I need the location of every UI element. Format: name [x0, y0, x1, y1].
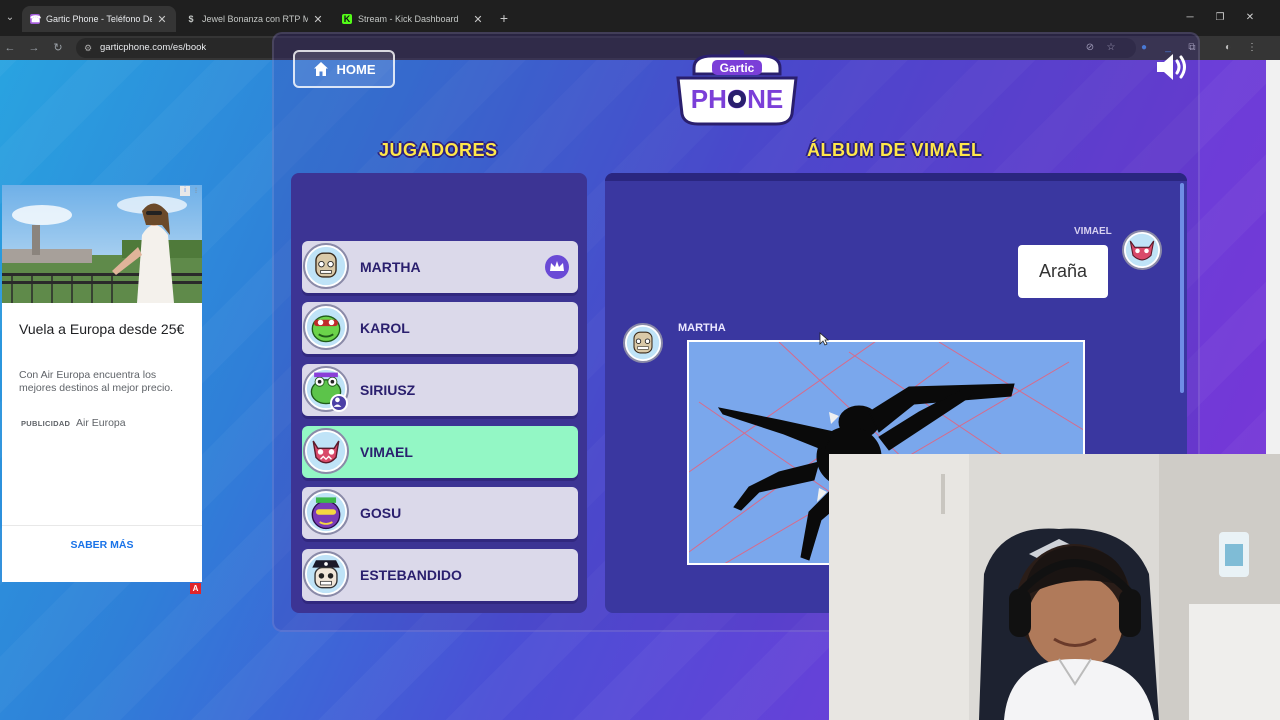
- album-scrollbar[interactable]: [1180, 183, 1184, 393]
- tab-gartic-phone[interactable]: ☎ Gartic Phone - Teléfono Descon ✕: [22, 6, 176, 32]
- martha-avatar: [623, 323, 663, 363]
- player-name: KAROL: [360, 320, 410, 336]
- tab-jewel-bonanza[interactable]: $ Jewel Bonanza con RTP Mejora ✕: [178, 6, 332, 32]
- tab-kick-dashboard[interactable]: K Stream - Kick Dashboard ✕: [334, 6, 492, 32]
- dollar-favicon-icon: $: [188, 14, 194, 24]
- close-tab-icon[interactable]: ✕: [156, 13, 168, 26]
- vimael-avatar: [1122, 230, 1162, 270]
- sound-toggle-icon[interactable]: [1154, 50, 1190, 84]
- player-row-vimael: VIMAEL: [302, 426, 578, 478]
- back-icon[interactable]: ←: [2, 40, 18, 56]
- player-row-karol: KAROL: [302, 302, 578, 354]
- ad-close-icon[interactable]: ⁝: [191, 186, 201, 196]
- gartic-phone-logo: Gartic PHONE: [676, 50, 798, 126]
- album-title: ÁLBUM DE VIMAEL: [807, 140, 983, 160]
- ad-title[interactable]: Vuela a Europa desde 25€: [19, 321, 189, 338]
- ad-badge-icon: A: [190, 583, 201, 594]
- restore-icon[interactable]: ❐: [1210, 10, 1230, 26]
- album-panel-top: [605, 173, 1187, 181]
- guess-author-label: VIMAEL: [1074, 226, 1112, 237]
- profile-icon[interactable]: ◐: [1220, 40, 1236, 56]
- browser-tab-bar: ⌄ ☎ Gartic Phone - Teléfono Descon ✕ $ J…: [0, 0, 1280, 36]
- avatar: [303, 304, 349, 350]
- player-row-siriusz: SIRIUSZ: [302, 364, 578, 416]
- new-tab-button[interactable]: +: [496, 10, 512, 26]
- ad-sponsor: Air Europa: [76, 417, 126, 429]
- minimize-icon[interactable]: ─: [1180, 10, 1200, 26]
- mouse-cursor-icon: [819, 332, 829, 346]
- tab-title: Gartic Phone - Teléfono Descon: [46, 14, 152, 24]
- ad-description: Con Air Europa encuentra los mejores des…: [19, 369, 174, 394]
- advertisement[interactable]: Vuela a Europa desde 25€ Con Air Europa …: [2, 185, 202, 582]
- host-crown-icon: [545, 255, 569, 279]
- home-label: HOME: [336, 61, 376, 77]
- avatar: [303, 243, 349, 289]
- site-info-icon[interactable]: ⚙: [84, 38, 92, 58]
- ad-photo[interactable]: [2, 185, 202, 303]
- avatar: [303, 551, 349, 597]
- drawing-author-label: MARTHA: [678, 322, 726, 334]
- close-window-icon[interactable]: ✕: [1240, 10, 1260, 26]
- svg-text:Gartic: Gartic: [720, 61, 755, 75]
- gartic-favicon-icon: ☎: [30, 14, 42, 24]
- player-row-gosu: GOSU: [302, 487, 578, 539]
- player-name: VIMAEL: [360, 444, 413, 460]
- close-tab-icon[interactable]: ✕: [312, 13, 324, 26]
- player-row-estebandido: ESTEBANDIDO: [302, 549, 578, 601]
- ad-cta-button[interactable]: SABER MÁS: [2, 539, 202, 551]
- home-icon: [313, 62, 328, 76]
- ad-choices-icon[interactable]: i: [180, 186, 190, 196]
- webcam-overlay: [829, 454, 1280, 720]
- menu-icon[interactable]: ⋮: [1244, 40, 1260, 56]
- tab-title: Stream - Kick Dashboard: [358, 14, 459, 24]
- tab-search-icon[interactable]: ⌄: [2, 8, 18, 28]
- user-badge-icon: [330, 394, 348, 412]
- tab-title: Jewel Bonanza con RTP Mejora: [202, 14, 308, 24]
- avatar: [303, 489, 349, 535]
- player-name: MARTHA: [360, 259, 421, 275]
- url-text: garticphone.com/es/book: [100, 42, 207, 53]
- player-name: ESTEBANDIDO: [360, 567, 462, 583]
- kick-favicon-icon: K: [342, 14, 352, 24]
- player-row-martha: MARTHA: [302, 241, 578, 293]
- home-button[interactable]: HOME: [293, 50, 395, 88]
- players-title: JUGADORES: [379, 140, 498, 160]
- ad-label: PUBLICIDAD: [21, 419, 71, 428]
- guess-text-bubble: Araña: [1018, 245, 1108, 298]
- reload-icon[interactable]: ↻: [50, 40, 66, 56]
- ad-divider: [2, 525, 202, 526]
- close-tab-icon[interactable]: ✕: [472, 13, 484, 26]
- player-name: GOSU: [360, 505, 402, 521]
- forward-icon[interactable]: →: [26, 40, 42, 56]
- player-name: SIRIUSZ: [360, 382, 416, 398]
- avatar: [303, 428, 349, 474]
